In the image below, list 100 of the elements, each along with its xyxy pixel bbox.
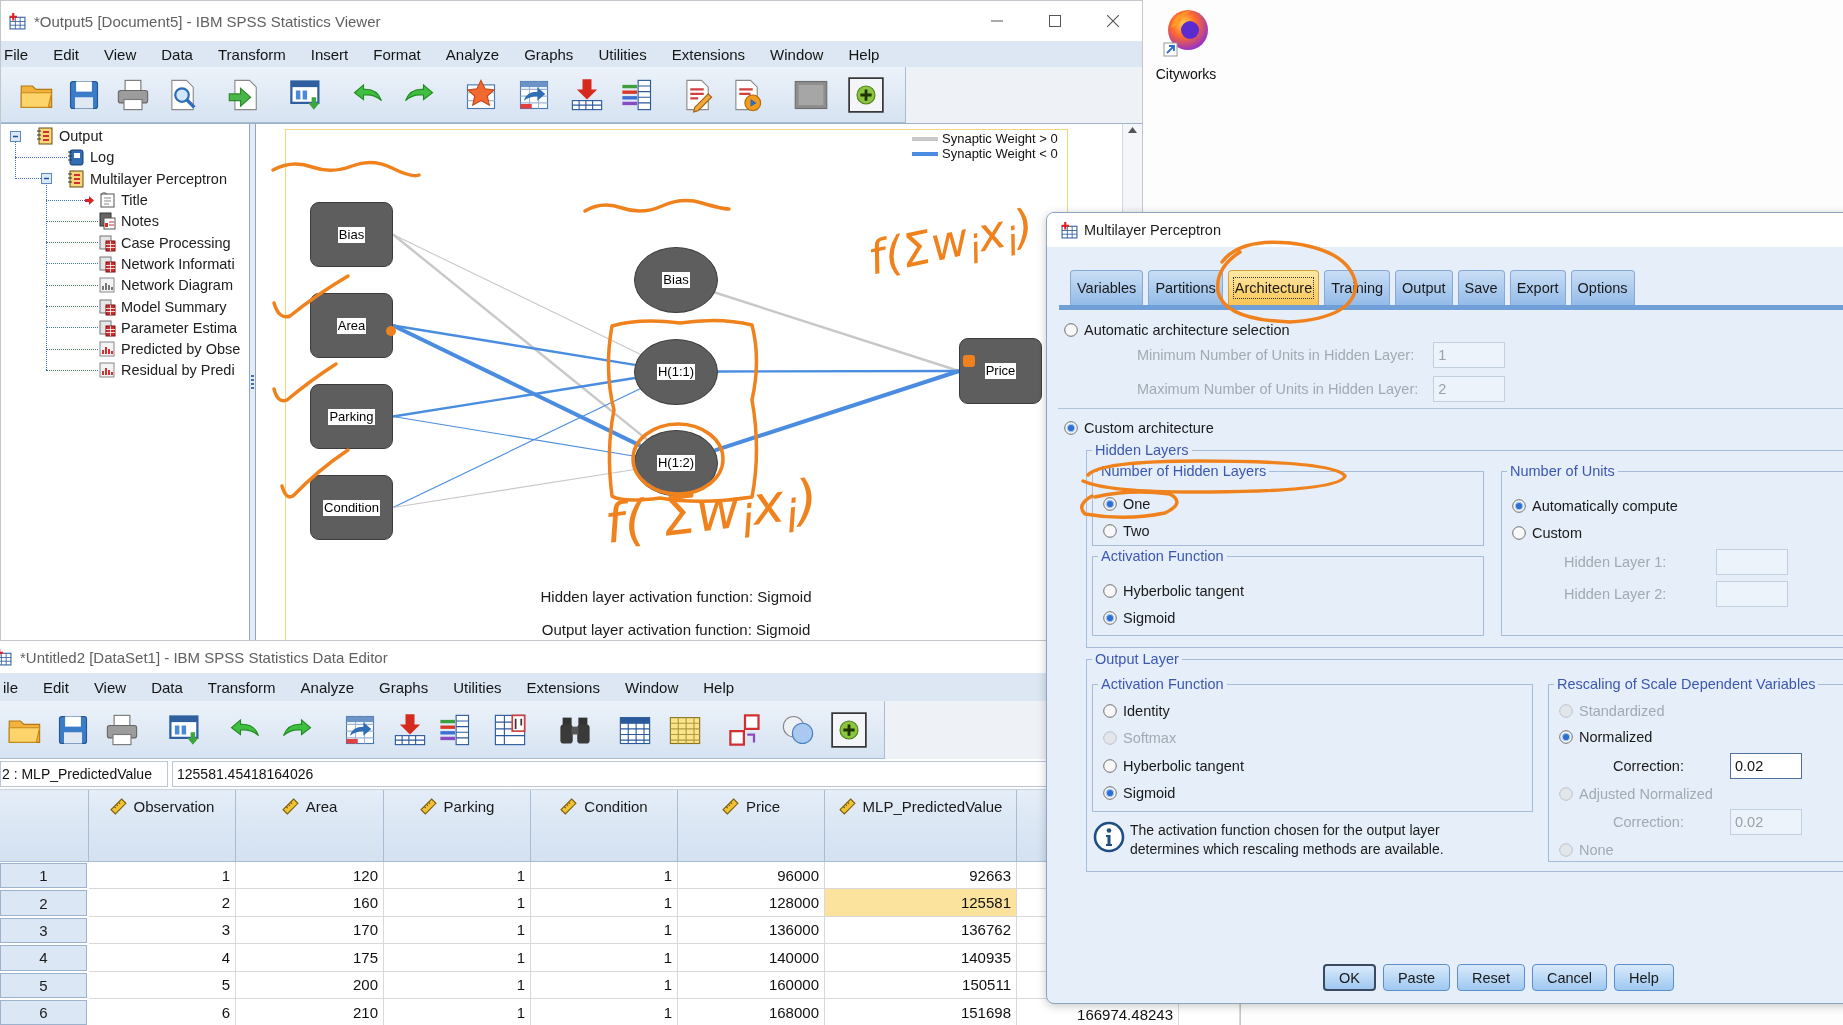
dialog-button[interactable]: OK (1323, 964, 1376, 991)
radio-option[interactable]: Normalized (1559, 726, 1843, 749)
column-header[interactable]: MLP_PredictedValue (825, 790, 1017, 862)
row-header[interactable]: 2 (0, 890, 87, 916)
column-header[interactable]: Condition (531, 790, 678, 862)
radio-option[interactable]: Sigmoid (1103, 607, 1483, 629)
menu-item[interactable]: Extensions (524, 673, 602, 701)
table-cell: 1 (384, 889, 531, 917)
radio-button-icon[interactable] (1559, 730, 1573, 745)
column-header[interactable]: Area (236, 790, 384, 862)
tab[interactable]: Partitions (1148, 270, 1223, 305)
tree-item[interactable]: Log (67, 146, 115, 169)
radio-button-icon[interactable] (1103, 785, 1117, 800)
tab[interactable]: Architecture (1227, 270, 1320, 305)
menu-item[interactable]: Transform (215, 41, 288, 67)
column-header[interactable]: Observation (89, 790, 236, 862)
menu-item[interactable]: ile (1, 673, 20, 701)
desktop-shortcut[interactable]: Cityworks (1148, 8, 1224, 82)
menu-item[interactable]: Graphs (377, 673, 431, 701)
menu-item[interactable]: Utilities (596, 41, 649, 67)
menu-item[interactable]: View (91, 673, 129, 701)
tree-item[interactable]: Multilayer Perceptron (41, 168, 227, 190)
row-header[interactable]: 6 (0, 999, 87, 1025)
tree-item[interactable]: Predicted by Obse (98, 338, 241, 360)
menu-item[interactable]: Analyze (443, 41, 502, 67)
tree-item[interactable]: Notes (98, 210, 159, 232)
radio-button-icon[interactable] (1512, 526, 1526, 540)
tree-item[interactable]: Model Summary (98, 295, 227, 318)
tree-item[interactable]: Network Diagram (98, 274, 233, 296)
tab[interactable]: Variables (1070, 270, 1144, 305)
row-header[interactable]: 5 (0, 972, 87, 998)
menu-item[interactable]: Transform (205, 673, 278, 701)
number-field[interactable]: 0.02 (1730, 752, 1802, 779)
tab[interactable]: Save (1457, 270, 1505, 305)
radio-option[interactable]: One (1103, 493, 1483, 515)
row-header[interactable]: 3 (0, 917, 87, 944)
menu-item[interactable]: Insert (308, 41, 351, 67)
menu-item[interactable]: Analyze (298, 673, 356, 701)
row-header[interactable]: 1 (0, 863, 87, 889)
radio-button-icon[interactable] (1103, 524, 1117, 538)
menu-item[interactable]: Help (701, 673, 737, 701)
menu-item[interactable]: Window (768, 41, 826, 67)
label-squares-icon[interactable] (727, 711, 763, 748)
radio-option[interactable]: Identity (1103, 700, 1532, 722)
dialog-button[interactable]: Cancel (1531, 964, 1608, 991)
tree-item[interactable]: Network Informati (98, 253, 235, 275)
dialog-button[interactable]: Paste (1382, 964, 1451, 991)
tree-item[interactable]: Case Processing (98, 232, 231, 254)
radio-button-icon[interactable] (1103, 497, 1117, 511)
menu-item[interactable]: View (102, 41, 139, 67)
table-cell: 3 (89, 916, 236, 945)
maximize-icon[interactable] (1049, 15, 1061, 27)
tree-item[interactable]: Parameter Estima (98, 317, 238, 339)
collapse-icon[interactable] (10, 130, 21, 142)
notes-icon (98, 212, 116, 231)
table-cell: 92663 (825, 862, 1017, 890)
radio-button-icon[interactable] (1103, 704, 1117, 718)
radio-option[interactable]: Custom architecture (1064, 417, 1843, 439)
tree-item[interactable]: Residual by Predi (98, 359, 235, 382)
row-header[interactable]: 4 (0, 945, 87, 971)
menu-item[interactable]: Help (846, 41, 882, 67)
menu-item[interactable]: Utilities (451, 673, 504, 701)
column-header[interactable]: Price (678, 790, 825, 862)
dialog-button[interactable]: Reset (1457, 964, 1525, 991)
collapse-icon[interactable] (41, 173, 52, 185)
radio-button-icon[interactable] (1103, 758, 1117, 773)
ruler-icon (838, 798, 856, 815)
table-cell: 1 (531, 889, 678, 917)
menu-item[interactable]: Extensions (669, 41, 748, 67)
radio-option[interactable]: Custom (1512, 522, 1843, 544)
menu-item[interactable]: Window (622, 673, 681, 701)
dialog-button[interactable]: Help (1614, 964, 1674, 991)
radio-option[interactable]: Automatically compute (1512, 495, 1843, 517)
menu-item[interactable]: Data (149, 673, 185, 701)
radio-option[interactable]: Automatic architecture selection (1064, 319, 1843, 341)
menu-item[interactable]: File (2, 41, 31, 67)
menu-item[interactable]: Format (371, 41, 423, 67)
menu-item[interactable]: Data (159, 41, 195, 67)
tab[interactable]: Options (1570, 270, 1635, 305)
table-down-arrow-icon[interactable] (569, 76, 605, 113)
radio-button-icon[interactable] (1064, 323, 1078, 337)
column-header[interactable]: Parking (384, 790, 531, 862)
radio-button-icon[interactable] (1103, 611, 1117, 625)
menu-item[interactable]: Edit (51, 41, 82, 67)
radio-button-icon[interactable] (1103, 584, 1117, 598)
scroll-up-icon[interactable] (1128, 127, 1137, 133)
menu-item[interactable]: Graphs (522, 41, 576, 67)
tab[interactable]: Output (1395, 270, 1453, 305)
radio-button-icon[interactable] (1064, 421, 1078, 435)
tab[interactable]: Export (1509, 270, 1566, 305)
tree-item[interactable]: Title (85, 189, 148, 211)
radio-option[interactable]: Two (1103, 520, 1483, 542)
cell-reference-field[interactable]: 2 : MLP_PredictedValue (0, 761, 168, 787)
menu-item[interactable]: Edit (41, 673, 71, 701)
table-down-arrow-icon[interactable] (392, 711, 428, 748)
close-icon[interactable] (1107, 15, 1119, 27)
tree-item[interactable]: Output (10, 125, 103, 147)
radio-button-icon[interactable] (1512, 499, 1526, 513)
radio-option[interactable]: Hyberbolic tangent (1103, 580, 1483, 602)
field-label: Maximum Number of Units in Hidden Layer: (1137, 381, 1419, 397)
